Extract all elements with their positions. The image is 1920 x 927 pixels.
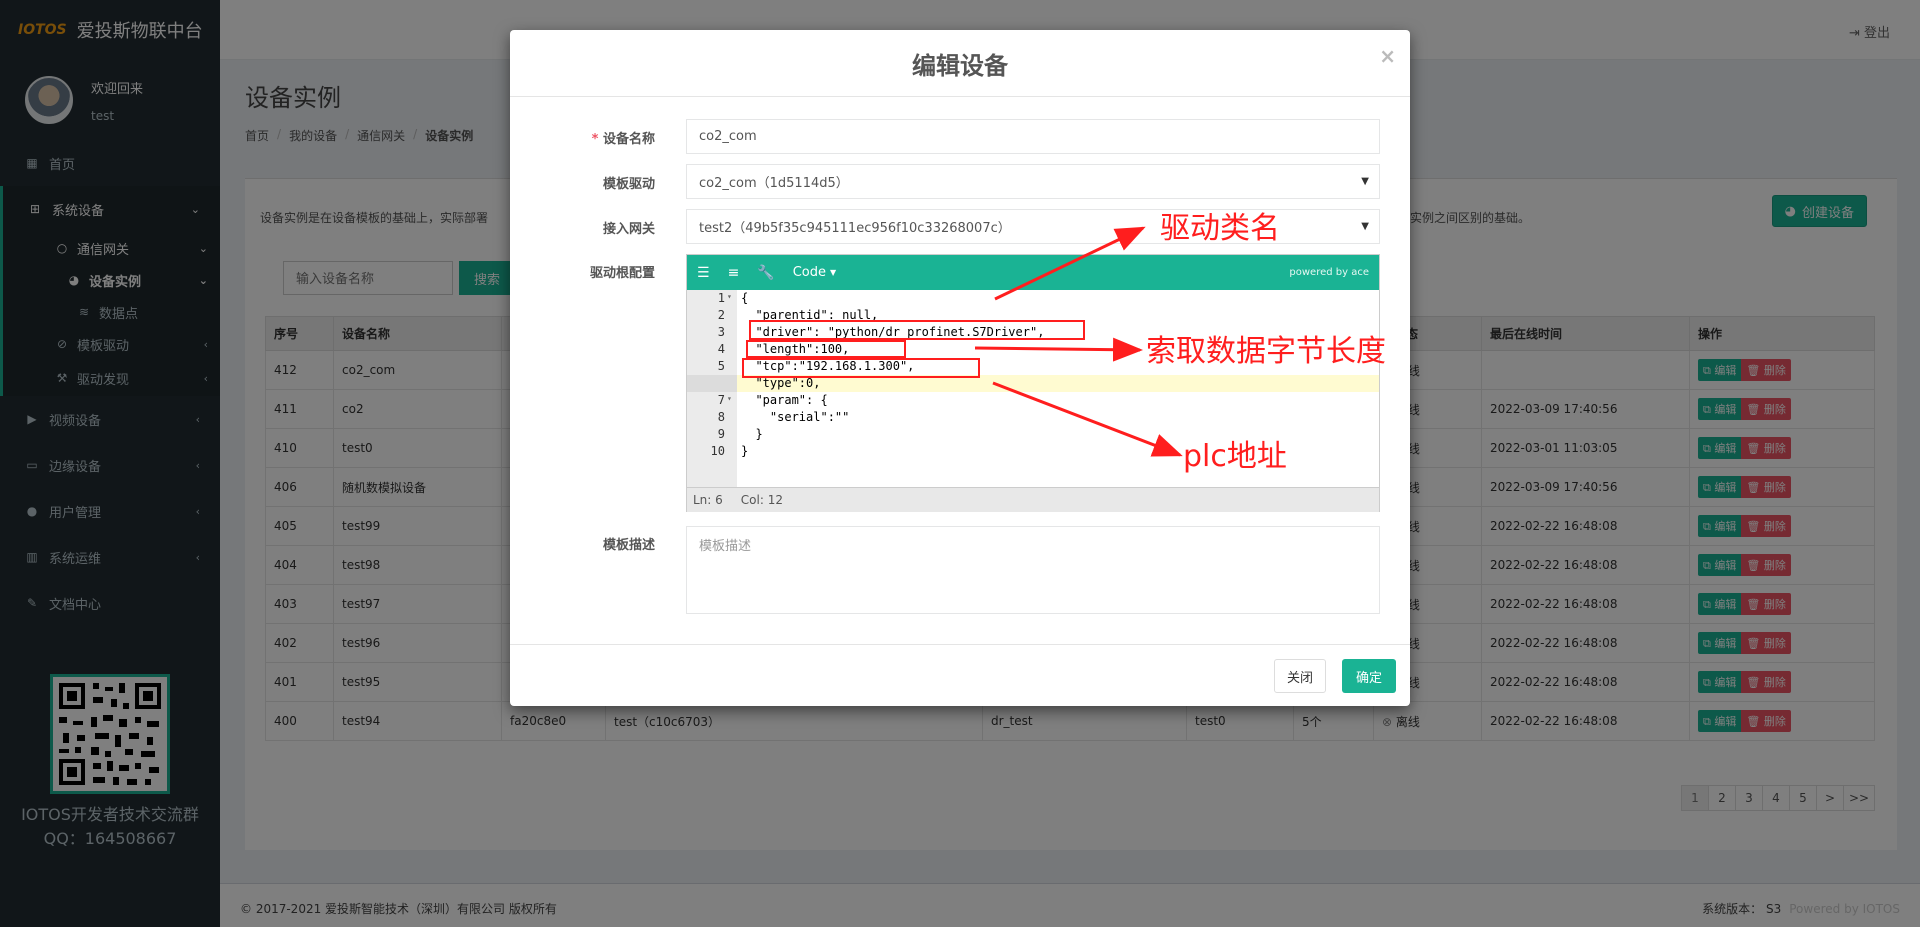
- code-line: "serial":"": [741, 410, 850, 424]
- caret-down-icon: ▼: [830, 268, 837, 277]
- modal-footer: 关闭 确定: [510, 644, 1410, 706]
- field-label: 模板描述: [602, 538, 655, 553]
- confirm-button[interactable]: 确定: [1342, 659, 1396, 693]
- editor-toolbar: ☰ ≡ 🔧 Code ▼ powered by ace: [687, 255, 1379, 290]
- chevron-down-icon: ▼: [1361, 176, 1369, 187]
- line-number: 4: [717, 342, 725, 356]
- modal-title: 编辑设备: [912, 51, 1008, 80]
- field-label: 接入网关: [602, 222, 655, 237]
- line-number: 7: [717, 393, 725, 407]
- annotation-driver-class: 驱动类名: [1160, 211, 1280, 246]
- line-number: 10: [710, 444, 725, 458]
- line-number: 9: [717, 427, 725, 441]
- field-label: * 设备名称: [591, 132, 655, 147]
- fold-toggle-icon[interactable]: ▾: [727, 394, 732, 403]
- mode-dropdown[interactable]: Code ▼: [793, 265, 836, 280]
- annotation-box-tcp: [742, 358, 980, 378]
- close-icon[interactable]: ×: [1379, 44, 1396, 68]
- annotation-data-length: 索取数据字节长度: [1146, 334, 1386, 369]
- line-number: 3: [717, 325, 725, 339]
- annotation-plc-address: plc地址: [1183, 439, 1287, 474]
- line-number: 2: [717, 308, 725, 322]
- modal-header: 编辑设备 ×: [510, 30, 1410, 97]
- active-line-gutter: [687, 375, 737, 392]
- editor-status-bar: Ln: 6 Col: 12: [687, 487, 1379, 512]
- gateway-select-value: test2（49b5f35c945111ec956f10c33268007c）: [699, 221, 1011, 236]
- format-icon[interactable]: ☰: [697, 265, 710, 281]
- annotation-box-length: [746, 340, 906, 358]
- field-label: 模板驱动: [602, 177, 655, 192]
- code-line: {: [741, 291, 749, 305]
- driver-select-value: co2_com（1d5114d5）: [699, 176, 849, 191]
- line-number: 1: [717, 291, 725, 305]
- description-textarea[interactable]: 模板描述: [686, 526, 1380, 614]
- powered-by-ace: powered by ace: [1289, 267, 1369, 278]
- code-line: "param": {: [741, 393, 828, 407]
- code-line: }: [741, 444, 749, 458]
- field-label: 驱动根配置: [589, 266, 655, 281]
- code-line: }: [741, 427, 763, 441]
- mode-label: Code: [792, 265, 827, 280]
- device-name-input[interactable]: co2_com: [686, 119, 1380, 154]
- close-button[interactable]: 关闭: [1274, 659, 1326, 693]
- line-number: 8: [717, 410, 725, 424]
- line-number: 5: [717, 359, 725, 373]
- chevron-down-icon: ▼: [1361, 221, 1369, 232]
- driver-select[interactable]: co2_com（1d5114d5） ▼: [686, 164, 1380, 199]
- cursor-col: Col: 12: [740, 493, 783, 507]
- compact-icon[interactable]: ≡: [728, 265, 740, 281]
- wrench-icon[interactable]: 🔧: [757, 265, 774, 281]
- fold-toggle-icon[interactable]: ▾: [727, 292, 732, 301]
- annotation-box-driver: [749, 320, 1085, 340]
- cursor-line: Ln: 6: [693, 493, 723, 507]
